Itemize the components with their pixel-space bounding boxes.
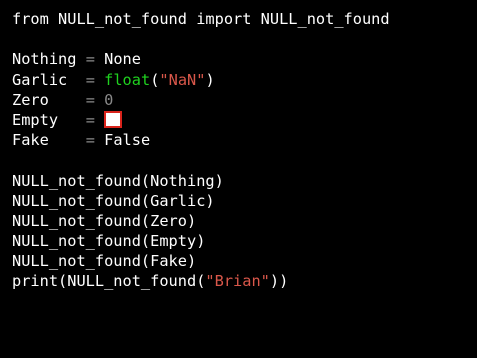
code-line-call-fake: NULL_not_found(Fake): [12, 252, 197, 271]
builtin-function: float: [104, 70, 151, 89]
variable-name: Fake: [12, 131, 49, 150]
code-editor[interactable]: from NULL_not_found import NULL_not_foun…: [0, 0, 477, 358]
code-line-print: print(NULL_not_found("Brian")): [12, 271, 477, 291]
code-line-empty: Empty =: [12, 110, 477, 130]
variable-name: Zero: [12, 90, 49, 109]
code-block: from NULL_not_found import NULL_not_foun…: [0, 0, 477, 292]
spacing: [76, 50, 85, 68]
number-literal: 0: [104, 90, 114, 109]
code-line-garlic: Garlic = float("NaN"): [12, 70, 477, 90]
code-line-zero: Zero = 0: [12, 90, 477, 110]
value: False: [104, 131, 151, 150]
code-line-call-zero: NULL_not_found(Zero): [12, 211, 197, 230]
spacing: [49, 91, 86, 109]
value: None: [104, 50, 141, 69]
code-text: print(NULL_not_found(: [12, 272, 206, 291]
code-text: )): [269, 272, 289, 291]
assign-operator: =: [85, 131, 95, 150]
spacing: [67, 71, 85, 89]
code-line-nothing: Nothing = None: [12, 49, 477, 69]
assign-operator: =: [85, 90, 95, 109]
variable-name: Garlic: [12, 70, 68, 89]
variable-name: Empty: [12, 110, 59, 129]
assign-operator: =: [85, 70, 95, 89]
spacing: [58, 111, 86, 129]
paren: ): [205, 70, 215, 89]
empty-string-box: [104, 110, 123, 128]
code-line-call-nothing: NULL_not_found(Nothing): [12, 171, 224, 190]
code-line-import: from NULL_not_found import NULL_not_foun…: [12, 10, 390, 28]
string-literal: "NaN": [159, 70, 206, 89]
code-line-call-empty: NULL_not_found(Empty): [12, 232, 206, 251]
spacing: [49, 131, 86, 149]
code-line-call-garlic: NULL_not_found(Garlic): [12, 191, 215, 210]
assign-operator: =: [85, 110, 95, 129]
variable-name: Nothing: [12, 50, 77, 69]
assign-operator: =: [85, 50, 95, 69]
code-line-fake: Fake = False: [12, 130, 477, 150]
string-literal: "Brian": [205, 272, 270, 291]
